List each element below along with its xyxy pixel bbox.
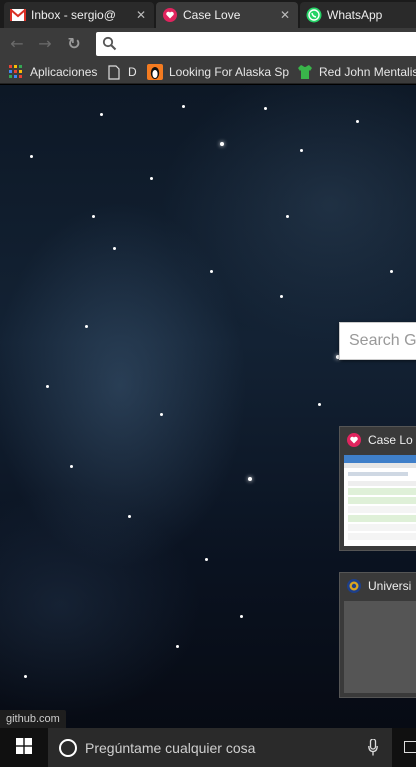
google-search-input[interactable] bbox=[340, 323, 416, 359]
star bbox=[182, 105, 185, 108]
star bbox=[318, 403, 321, 406]
status-bubble: github.com bbox=[0, 710, 66, 728]
star bbox=[240, 615, 243, 618]
close-icon[interactable]: ✕ bbox=[136, 8, 146, 22]
tab-title: WhatsApp bbox=[327, 8, 383, 22]
address-bar[interactable] bbox=[96, 32, 416, 56]
penguin-icon bbox=[147, 64, 163, 80]
star bbox=[210, 270, 213, 273]
star bbox=[300, 149, 303, 152]
case-love-icon bbox=[346, 432, 362, 448]
close-icon[interactable]: ✕ bbox=[280, 8, 290, 22]
new-tab-page: Case Lo Universi bbox=[0, 85, 416, 728]
bookmark-d[interactable]: D bbox=[106, 63, 137, 81]
tile-header: Universi bbox=[340, 573, 416, 599]
university-seal-icon bbox=[346, 578, 362, 594]
bookmark-label: Aplicaciones bbox=[30, 65, 98, 79]
cortana-icon bbox=[59, 738, 77, 757]
star bbox=[356, 120, 359, 123]
tile-thumbnail bbox=[344, 601, 416, 693]
cortana-placeholder: Pregúntame cualquier cosa bbox=[85, 739, 256, 756]
tile-thumbnail bbox=[344, 455, 416, 546]
most-visited-tile-university[interactable]: Universi bbox=[339, 572, 416, 698]
windows-taskbar: Pregúntame cualquier cosa bbox=[0, 728, 416, 767]
browser-toolbar: ← → ↻ bbox=[0, 28, 416, 60]
page-icon bbox=[106, 64, 122, 80]
star bbox=[113, 247, 116, 250]
star bbox=[85, 325, 88, 328]
search-icon bbox=[102, 36, 118, 52]
star bbox=[46, 385, 49, 388]
tab-case-love[interactable]: Case Love ✕ bbox=[156, 2, 298, 28]
tab-title: Case Love bbox=[183, 8, 241, 22]
bookmark-apps[interactable]: Aplicaciones bbox=[8, 63, 97, 81]
bookmark-looking-for-alaska[interactable]: Looking For Alaska Sp bbox=[147, 63, 289, 81]
star bbox=[70, 465, 73, 468]
star bbox=[176, 645, 179, 648]
tile-title: Universi bbox=[368, 579, 412, 593]
star bbox=[92, 215, 95, 218]
star bbox=[30, 155, 33, 158]
apps-grid-icon bbox=[8, 64, 24, 80]
case-love-icon bbox=[162, 7, 178, 23]
gmail-icon bbox=[10, 7, 26, 23]
forward-button[interactable]: → bbox=[34, 34, 56, 54]
star bbox=[286, 215, 289, 218]
microphone-icon[interactable] bbox=[368, 738, 378, 756]
google-search-box[interactable] bbox=[339, 322, 416, 360]
tile-header: Case Lo bbox=[340, 427, 416, 453]
reload-button[interactable]: ↻ bbox=[63, 34, 85, 54]
star bbox=[128, 515, 131, 518]
star bbox=[100, 113, 103, 116]
star bbox=[280, 295, 283, 298]
star bbox=[205, 558, 208, 561]
star bbox=[390, 270, 393, 273]
bookmark-label: Looking For Alaska Sp bbox=[169, 65, 290, 79]
shirt-icon bbox=[297, 64, 313, 80]
tab-strip: Inbox - sergio@ ✕ Case Love ✕ WhatsApp bbox=[0, 0, 416, 28]
back-button[interactable]: ← bbox=[6, 34, 28, 54]
star bbox=[150, 177, 153, 180]
bookmark-label: Red John Mentalis bbox=[319, 65, 416, 79]
address-input[interactable] bbox=[122, 35, 412, 53]
bookmark-red-john[interactable]: Red John Mentalis bbox=[297, 63, 416, 81]
cortana-search-box[interactable]: Pregúntame cualquier cosa bbox=[48, 728, 392, 767]
start-button[interactable] bbox=[0, 728, 48, 767]
tab-inbox[interactable]: Inbox - sergio@ ✕ bbox=[4, 2, 154, 28]
star bbox=[160, 413, 163, 416]
task-view-icon[interactable] bbox=[404, 741, 416, 753]
star bbox=[264, 107, 267, 110]
tab-title: Inbox - sergio@ bbox=[31, 8, 116, 22]
windows-logo-icon bbox=[16, 738, 32, 757]
star bbox=[220, 142, 224, 146]
bookmarks-bar: Aplicaciones D Looking For Alaska Sp Red… bbox=[0, 60, 416, 84]
tab-whatsapp[interactable]: WhatsApp bbox=[300, 2, 416, 28]
most-visited-tile-case-love[interactable]: Case Lo bbox=[339, 426, 416, 551]
star bbox=[248, 477, 252, 481]
whatsapp-icon bbox=[306, 7, 322, 23]
tile-title: Case Lo bbox=[368, 433, 413, 447]
bookmark-label: D bbox=[128, 65, 137, 79]
star bbox=[24, 675, 27, 678]
